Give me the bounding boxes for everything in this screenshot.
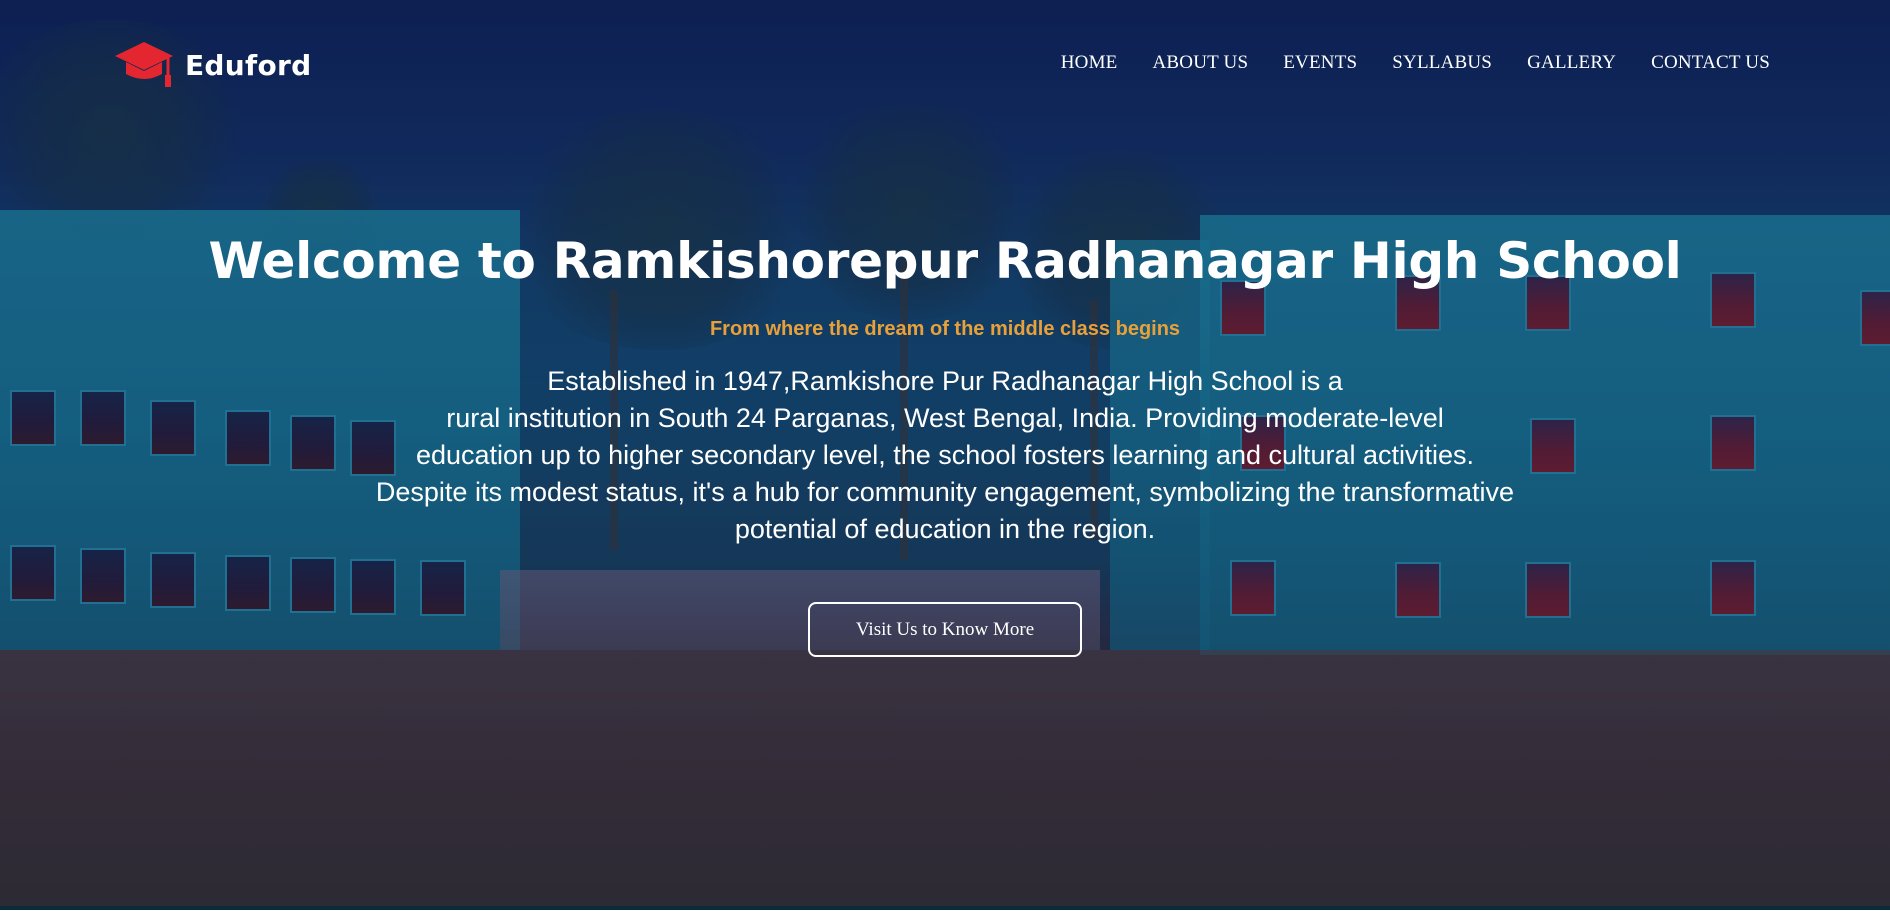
graduation-cap-icon — [115, 42, 173, 87]
nav-home[interactable]: HOME — [1061, 52, 1118, 73]
hero-title: Welcome to Ramkishorepur Radhanagar High… — [208, 232, 1682, 290]
brand-name: Eduford — [185, 48, 312, 82]
nav-contact-us[interactable]: CONTACT US — [1651, 52, 1770, 73]
top-navbar: Eduford HOME ABOUT US EVENTS SYLLABUS GA… — [0, 0, 1890, 130]
hero-description-line: Established in 1947,Ramkishore Pur Radha… — [547, 366, 1343, 396]
hero-tagline: From where the dream of the middle class… — [709, 318, 1181, 340]
nav-syllabus[interactable]: SYLLABUS — [1392, 52, 1492, 73]
hero-description-line: Despite its modest status, it's a hub fo… — [375, 477, 1515, 507]
nav-menu: HOME ABOUT US EVENTS SYLLABUS GALLERY CO… — [1026, 52, 1770, 74]
hero-description-line: education up to higher secondary level, … — [415, 440, 1475, 470]
visit-us-button[interactable]: Visit Us to Know More — [808, 602, 1082, 657]
nav-gallery[interactable]: GALLERY — [1527, 52, 1616, 73]
nav-events[interactable]: EVENTS — [1283, 52, 1357, 73]
hero-bottom-border — [0, 906, 1890, 910]
hero-description-line: potential of education in the region. — [734, 514, 1156, 544]
nav-about-us[interactable]: ABOUT US — [1153, 52, 1249, 73]
hero-section: Eduford HOME ABOUT US EVENTS SYLLABUS GA… — [0, 0, 1890, 910]
hero-description: Established in 1947,Ramkishore Pur Radha… — [295, 363, 1595, 548]
brand-logo-link[interactable]: Eduford — [113, 38, 311, 92]
hero-description-line: rural institution in South 24 Parganas, … — [446, 403, 1444, 433]
hero-content: Welcome to Ramkishorepur Radhanagar High… — [0, 232, 1890, 657]
